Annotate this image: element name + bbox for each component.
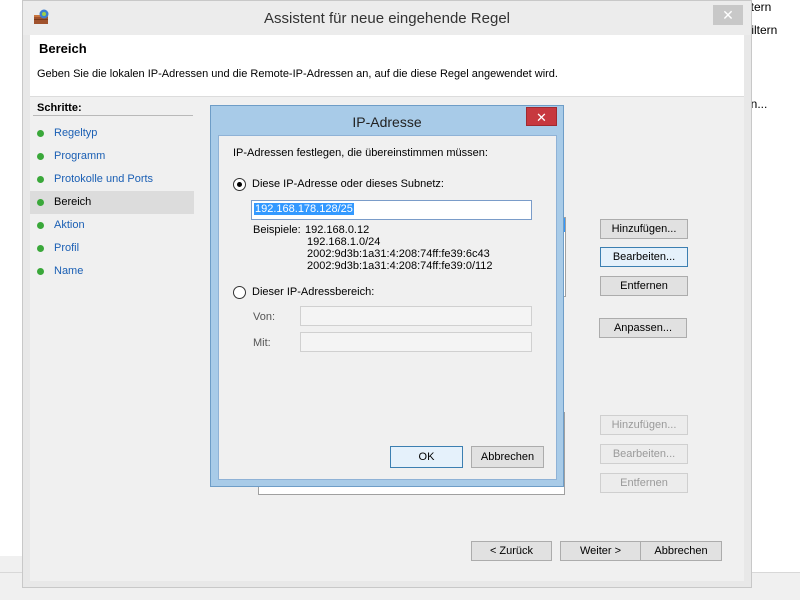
- from-label: Von:: [253, 311, 276, 323]
- status-dot-icon: [37, 222, 44, 229]
- status-dot-icon: [37, 268, 44, 275]
- ok-button[interactable]: OK: [390, 446, 463, 468]
- status-dot-icon: [37, 130, 44, 137]
- step-aktion[interactable]: Aktion: [30, 214, 194, 237]
- remote-edit-button[interactable]: Bearbeiten...: [600, 444, 688, 464]
- range-radio[interactable]: [233, 286, 246, 299]
- background-strip: [0, 556, 22, 572]
- next-button[interactable]: Weiter >: [560, 541, 641, 561]
- step-label: Profil: [54, 242, 80, 254]
- step-regeltyp[interactable]: Regeltyp: [30, 122, 194, 145]
- step-name[interactable]: Name: [30, 260, 194, 283]
- local-add-button[interactable]: Hinzufügen...: [600, 219, 688, 239]
- step-label: Protokolle und Ports: [54, 173, 154, 185]
- ip-address-dialog: IP-Adresse ✕ IP-Adressen festlegen, die …: [210, 105, 564, 487]
- subnet-input[interactable]: 192.168.178.128/25: [251, 200, 532, 220]
- divider: [33, 115, 193, 116]
- local-edit-button[interactable]: Bearbeiten...: [600, 247, 688, 267]
- wizard-header: Bereich Geben Sie die lokalen IP-Adresse…: [30, 35, 744, 97]
- from-input[interactable]: [300, 306, 532, 326]
- steps-heading: Schritte:: [37, 102, 82, 114]
- subnet-radio[interactable]: [233, 178, 246, 191]
- cancel-button[interactable]: Abbrechen: [640, 541, 722, 561]
- step-bereich[interactable]: Bereich: [30, 191, 194, 214]
- dialog-client: IP-Adressen festlegen, die übereinstimme…: [218, 135, 557, 480]
- subnet-value: 192.168.178.128/25: [254, 203, 354, 215]
- step-programm[interactable]: Programm: [30, 145, 194, 168]
- step-label: Aktion: [54, 219, 85, 231]
- steps-list: Regeltyp Programm Protokolle und Ports B…: [30, 122, 194, 283]
- step-label: Regeltyp: [54, 127, 98, 139]
- example-value: 192.168.1.0/24: [307, 236, 381, 248]
- remote-remove-button[interactable]: Entfernen: [600, 473, 688, 493]
- dialog-title: IP-Adresse: [352, 114, 422, 130]
- page-description: Geben Sie die lokalen IP-Adressen und di…: [37, 68, 558, 80]
- examples-label: Beispiele:: [253, 224, 301, 236]
- dialog-cancel-button[interactable]: Abbrechen: [471, 446, 544, 468]
- back-button[interactable]: < Zurück: [471, 541, 552, 561]
- step-protokolle[interactable]: Protokolle und Ports: [30, 168, 194, 191]
- example-value: 2002:9d3b:1a31:4:208:74ff:fe39:0/112: [307, 260, 493, 272]
- page-title: Bereich: [39, 41, 87, 56]
- close-button[interactable]: ✕: [713, 5, 743, 25]
- to-input[interactable]: [300, 332, 532, 352]
- to-label: Mit:: [253, 337, 271, 349]
- step-label: Bereich: [54, 196, 92, 208]
- example-value: 2002:9d3b:1a31:4:208:74ff:fe39:6c43: [307, 248, 490, 260]
- step-label: Name: [54, 265, 84, 277]
- subnet-option-label[interactable]: Diese IP-Adresse oder dieses Subnetz:: [252, 178, 444, 190]
- dialog-close-button[interactable]: ✕: [526, 107, 557, 126]
- remote-add-button[interactable]: Hinzufügen...: [600, 415, 688, 435]
- status-dot-icon: [37, 199, 44, 206]
- status-dot-icon: [37, 245, 44, 252]
- instruction-text: IP-Adressen festlegen, die übereinstimme…: [233, 147, 488, 159]
- wizard-titlebar[interactable]: Assistent für neue eingehende Regel ✕: [23, 1, 751, 35]
- range-option-label[interactable]: Dieser IP-Adressbereich:: [252, 286, 374, 298]
- step-profil[interactable]: Profil: [30, 237, 194, 260]
- step-label: Programm: [54, 150, 106, 162]
- status-dot-icon: [37, 153, 44, 160]
- customize-button[interactable]: Anpassen...: [599, 318, 687, 338]
- wizard-title: Assistent für neue eingehende Regel: [263, 10, 510, 27]
- status-dot-icon: [37, 176, 44, 183]
- local-remove-button[interactable]: Entfernen: [600, 276, 688, 296]
- example-value: 192.168.0.12: [305, 224, 370, 236]
